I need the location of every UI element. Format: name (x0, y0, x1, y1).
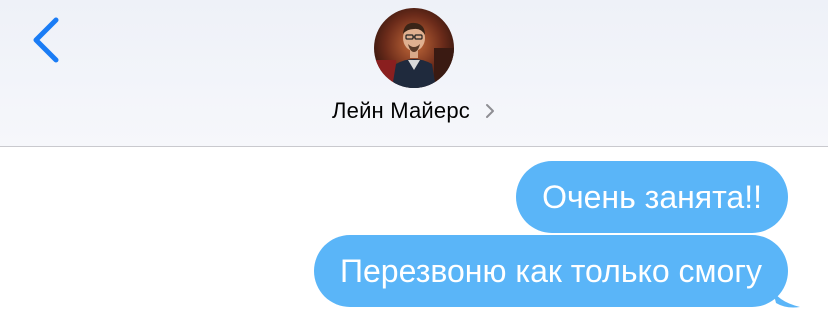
outgoing-message[interactable]: Очень занята!! (516, 161, 788, 233)
outgoing-message[interactable]: Перезвоню как только смогу (314, 235, 788, 307)
message-list: Очень занята!! Перезвоню как только смог… (0, 147, 828, 318)
conversation-header: Лейн Майерс (0, 0, 828, 147)
bubble-tail-icon (772, 287, 802, 309)
contact-name-row[interactable]: Лейн Майерс (0, 94, 828, 128)
messages-screen: Лейн Майерс Очень занята!! Перезвоню как… (0, 0, 828, 318)
contact-name: Лейн Майерс (332, 98, 470, 123)
contact-photo (374, 8, 454, 88)
contact-info: Лейн Майерс (0, 0, 828, 146)
chevron-right-icon (484, 102, 496, 120)
avatar[interactable] (374, 8, 454, 88)
